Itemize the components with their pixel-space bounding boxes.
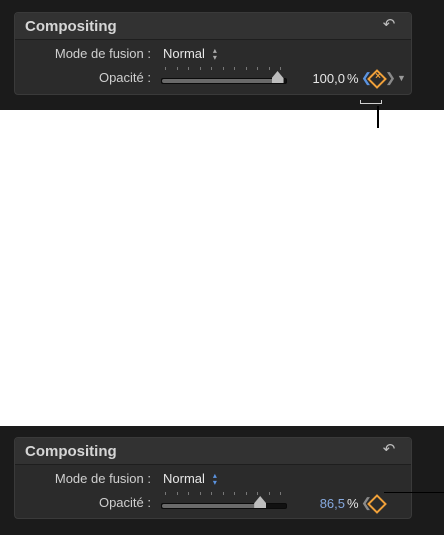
slider-tick <box>199 67 201 70</box>
slider-tick <box>188 492 189 495</box>
blend-mode-row: Mode de fusion : Normal ▴ ▾ <box>15 468 411 490</box>
slider-tick <box>222 67 224 70</box>
slider-tick <box>268 492 270 495</box>
slider-ticks <box>165 67 283 73</box>
blend-mode-value: Normal <box>163 46 205 61</box>
reset-arrow-icon[interactable]: ↶ <box>381 442 397 458</box>
section-header[interactable]: Compositing ↶ <box>15 438 411 465</box>
slider-tick <box>176 67 178 70</box>
slider-tick <box>257 492 258 495</box>
animation-menu-icon[interactable]: ▼ <box>397 73 406 83</box>
blend-mode-label: Mode de fusion : <box>54 46 151 61</box>
blend-mode-row: Mode de fusion : Normal ▴ ▾ <box>15 43 411 65</box>
slider-tick <box>222 492 224 495</box>
blend-mode-popup[interactable]: Normal ▴ ▾ <box>163 471 217 487</box>
opacity-row: Opacité : 86,5 % ❮ <box>15 492 411 514</box>
slider-tick <box>211 492 212 495</box>
opacity-label: Opacité : <box>98 70 151 85</box>
keyframe-controls: ❮ <box>361 494 401 514</box>
slider-tick <box>188 67 189 70</box>
section-header[interactable]: Compositing ↶ <box>15 13 411 40</box>
slider-tick <box>280 67 281 70</box>
blend-mode-label: Mode de fusion : <box>54 471 151 486</box>
inspector-panel-bottom: Compositing ↶ Mode de fusion : Normal ▴ ▾ … <box>0 426 444 535</box>
slider-tick <box>176 492 178 495</box>
opacity-row: Opacité : 100,0 % ❮ × ❯ ▼ <box>15 67 411 89</box>
callout-line-top <box>377 106 379 128</box>
opacity-unit: % <box>347 496 359 511</box>
next-keyframe-icon[interactable]: ❯ <box>385 70 396 86</box>
opacity-unit: % <box>347 71 359 86</box>
slider-tick <box>257 67 258 70</box>
section-title: Compositing <box>25 443 117 460</box>
opacity-value[interactable]: 100,0 <box>289 71 345 86</box>
opacity-slider-fill <box>162 504 262 508</box>
slider-tick <box>234 67 235 70</box>
opacity-label: Opacité : <box>98 495 151 510</box>
section-title: Compositing <box>25 18 117 35</box>
inspector-panel-top: Compositing ↶ Mode de fusion : Normal ▴ ▾ … <box>0 0 444 110</box>
slider-tick <box>234 492 235 495</box>
updown-arrows-icon: ▴ ▾ <box>212 46 217 62</box>
compositing-section: Compositing ↶ Mode de fusion : Normal ▴ ▾ … <box>14 12 412 95</box>
opacity-slider[interactable] <box>161 503 287 509</box>
blend-mode-value: Normal <box>163 471 205 486</box>
compositing-section: Compositing ↶ Mode de fusion : Normal ▴ ▾ … <box>14 437 412 519</box>
keyframe-controls: ❮ × ❯ ▼ <box>361 69 406 89</box>
keyframe-bracket <box>360 100 382 104</box>
opacity-value[interactable]: 86,5 <box>289 496 345 511</box>
slider-ticks <box>165 492 283 498</box>
slider-tick <box>280 492 281 495</box>
slider-tick <box>199 492 201 495</box>
opacity-slider[interactable] <box>161 78 287 84</box>
reset-arrow-icon[interactable]: ↶ <box>381 17 397 33</box>
slider-tick <box>245 492 247 495</box>
blend-mode-popup[interactable]: Normal ▴ ▾ <box>163 46 217 62</box>
opacity-slider-fill <box>162 79 279 83</box>
slider-tick <box>165 492 166 495</box>
slider-tick <box>245 67 247 70</box>
updown-arrows-icon: ▴ ▾ <box>212 471 217 487</box>
slider-tick <box>211 67 212 70</box>
callout-line-bottom <box>384 492 444 493</box>
slider-tick <box>268 67 270 70</box>
slider-tick <box>165 67 166 70</box>
